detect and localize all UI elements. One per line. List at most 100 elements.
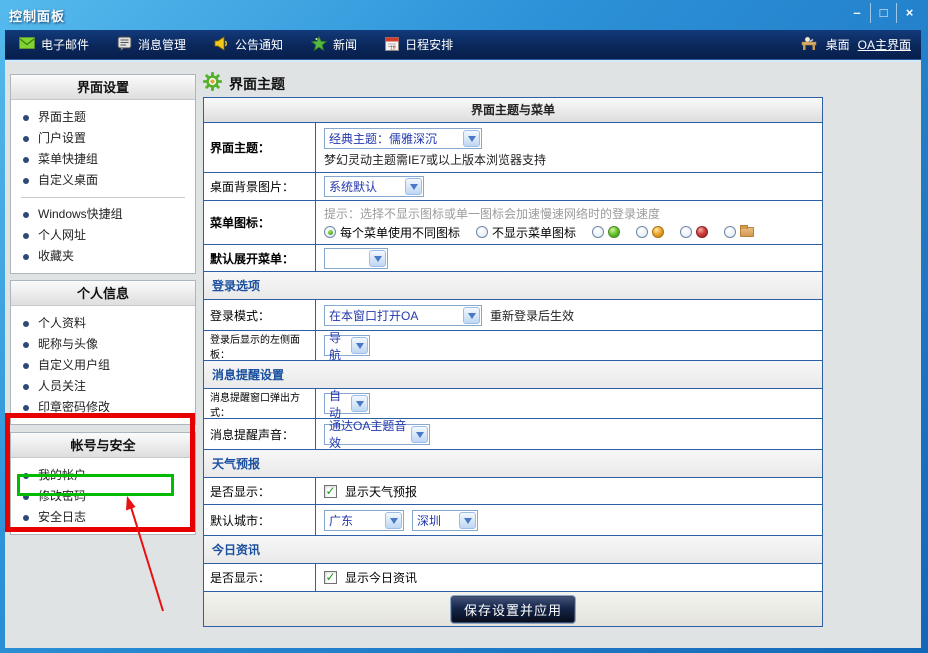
titlebar: 控制面板 – □ × bbox=[0, 0, 928, 30]
bullet-icon bbox=[23, 136, 29, 142]
sidebar-item-security-log[interactable]: 安全日志 bbox=[11, 507, 195, 528]
field-label: 登录模式： bbox=[204, 300, 316, 330]
sidebar-item-interface-theme[interactable]: 界面主题 bbox=[11, 107, 195, 128]
news-checkbox[interactable]: ✓ bbox=[324, 571, 337, 584]
sidebar-item-label: 人员关注 bbox=[38, 380, 86, 393]
close-button[interactable]: × bbox=[896, 3, 922, 23]
left-panel-select-value: 导航 bbox=[329, 329, 350, 363]
field-label: 默认城市： bbox=[204, 505, 316, 535]
bullet-icon bbox=[23, 212, 29, 218]
section-message-reminder: 消息提醒设置 bbox=[204, 361, 822, 389]
sidebar-item-windows-shortcut-group[interactable]: Windows快捷组 bbox=[11, 204, 195, 225]
table-title: 界面主题与菜单 bbox=[204, 98, 822, 123]
gear-icon bbox=[203, 72, 222, 96]
row-desktop-background: 桌面背景图片： 系统默认 bbox=[204, 173, 822, 201]
toolbar-item-email[interactable]: 电子邮件 bbox=[5, 30, 103, 59]
sidebar-list: 我的帐户 修改密码 安全日志 bbox=[11, 458, 195, 534]
background-select-value: 系统默认 bbox=[329, 178, 377, 195]
sidebar-item-seal-password[interactable]: 印章密码修改 bbox=[11, 397, 195, 418]
calendar-icon: 19 bbox=[385, 36, 399, 54]
field-label: 是否显示： bbox=[204, 564, 316, 591]
sidebar-item-label: 安全日志 bbox=[38, 511, 86, 524]
svg-text:19: 19 bbox=[390, 45, 396, 51]
toolbar-item-announcements[interactable]: 公告通知 bbox=[200, 30, 297, 59]
sidebar-item-label: Windows快捷组 bbox=[38, 208, 123, 221]
chevron-down-icon bbox=[385, 512, 402, 529]
row-interface-theme: 界面主题： 经典主题：儒雅深沉 梦幻灵动主题需IE7或以上版本浏览器支持 bbox=[204, 123, 822, 173]
left-panel-select[interactable]: 导航 bbox=[324, 335, 370, 356]
sidebar-item-label: 门户设置 bbox=[38, 132, 86, 145]
province-select-value: 广东 bbox=[329, 512, 353, 529]
toolbar-item-news[interactable]: 新闻 bbox=[297, 30, 371, 59]
sidebar-item-label: 修改密码 bbox=[38, 490, 86, 503]
radio-no-icons[interactable] bbox=[476, 226, 488, 238]
popup-mode-select-value: 自动 bbox=[329, 387, 350, 421]
sidebar-item-label: 收藏夹 bbox=[38, 250, 74, 263]
default-menu-select[interactable] bbox=[324, 248, 388, 269]
radio-folder-icon-option[interactable] bbox=[724, 226, 736, 238]
sidebar-item-nickname-avatar[interactable]: 昵称与头像 bbox=[11, 334, 195, 355]
popup-mode-select[interactable]: 自动 bbox=[324, 393, 370, 414]
window-title: 控制面板 bbox=[9, 6, 65, 25]
radio-different-icons[interactable] bbox=[324, 226, 336, 238]
orange-orb-icon bbox=[652, 226, 664, 238]
field-label: 是否显示： bbox=[204, 478, 316, 504]
sidebar-item-change-password[interactable]: 修改密码 bbox=[11, 486, 195, 507]
theme-select-value: 经典主题：儒雅深沉 bbox=[329, 130, 437, 147]
menu-icon-hint: 提示：选择不显示图标或单一图标会加速慢速网络时的登录速度 bbox=[324, 205, 660, 222]
background-select[interactable]: 系统默认 bbox=[324, 176, 424, 197]
minimize-button[interactable]: – bbox=[844, 3, 870, 23]
chevron-down-icon bbox=[351, 337, 368, 354]
radio-green-orb[interactable] bbox=[592, 226, 604, 238]
weather-checkbox[interactable]: ✓ bbox=[324, 485, 337, 498]
toolbar-item-label: 新闻 bbox=[333, 36, 357, 53]
sidebar-item-label: 印章密码修改 bbox=[38, 401, 110, 414]
bullet-icon bbox=[23, 321, 29, 327]
sidebar-item-favorites[interactable]: 收藏夹 bbox=[11, 246, 195, 267]
sidebar-item-people-follow[interactable]: 人员关注 bbox=[11, 376, 195, 397]
field-label: 消息提醒声音： bbox=[204, 419, 316, 449]
divider bbox=[21, 197, 185, 198]
sound-select[interactable]: 通达OA主题音效 bbox=[324, 424, 430, 445]
login-mode-select[interactable]: 在本窗口打开OA bbox=[324, 305, 482, 326]
bullet-icon bbox=[23, 115, 29, 121]
sidebar-item-menu-shortcut-group[interactable]: 菜单快捷组 bbox=[11, 149, 195, 170]
radio-red-orb[interactable] bbox=[680, 226, 692, 238]
sidebar-item-my-account[interactable]: 我的帐户 bbox=[11, 465, 195, 486]
sidebar-section-title: 个人信息 bbox=[11, 281, 195, 306]
chevron-down-icon bbox=[411, 426, 428, 443]
login-mode-select-value: 在本窗口打开OA bbox=[329, 307, 418, 324]
sidebar-section-title: 界面设置 bbox=[11, 75, 195, 100]
desktop-icon bbox=[800, 36, 818, 53]
mail-icon bbox=[19, 36, 35, 53]
sidebar-item-label: 界面主题 bbox=[38, 111, 86, 124]
city-select-value: 深圳 bbox=[417, 512, 441, 529]
sidebar-item-portal-settings[interactable]: 门户设置 bbox=[11, 128, 195, 149]
chevron-down-icon bbox=[405, 178, 422, 195]
toolbar-item-label: 消息管理 bbox=[138, 36, 186, 53]
province-select[interactable]: 广东 bbox=[324, 510, 404, 531]
row-weather-show: 是否显示： ✓ 显示天气预报 bbox=[204, 478, 822, 505]
sidebar-item-custom-user-group[interactable]: 自定义用户组 bbox=[11, 355, 195, 376]
sidebar-item-custom-desktop[interactable]: 自定义桌面 bbox=[11, 170, 195, 191]
toolbar-right: 桌面 OA主界面 bbox=[800, 36, 921, 53]
toolbar-item-messages[interactable]: 消息管理 bbox=[103, 30, 200, 59]
sidebar-item-personal-urls[interactable]: 个人网址 bbox=[11, 225, 195, 246]
red-orb-icon bbox=[696, 226, 708, 238]
sidebar-item-personal-profile[interactable]: 个人资料 bbox=[11, 313, 195, 334]
desktop-link[interactable]: 桌面 bbox=[826, 36, 850, 53]
chevron-down-icon bbox=[463, 307, 480, 324]
theme-select[interactable]: 经典主题：儒雅深沉 bbox=[324, 128, 482, 149]
save-apply-button[interactable]: 保存设置并应用 bbox=[450, 595, 576, 624]
save-row: 保存设置并应用 bbox=[204, 592, 822, 626]
radio-orange-orb[interactable] bbox=[636, 226, 648, 238]
toolbar-item-schedule[interactable]: 19 日程安排 bbox=[371, 30, 467, 59]
oa-main-link[interactable]: OA主界面 bbox=[858, 36, 911, 53]
field-label: 默认展开菜单： bbox=[204, 245, 316, 271]
field-label: 桌面背景图片： bbox=[204, 173, 316, 200]
maximize-button[interactable]: □ bbox=[870, 3, 896, 23]
page-header: 界面主题 bbox=[203, 72, 285, 96]
page-title: 界面主题 bbox=[229, 74, 285, 94]
sidebar-section-account-security: 帐号与安全 我的帐户 修改密码 安全日志 bbox=[10, 432, 196, 535]
city-select[interactable]: 深圳 bbox=[412, 510, 478, 531]
